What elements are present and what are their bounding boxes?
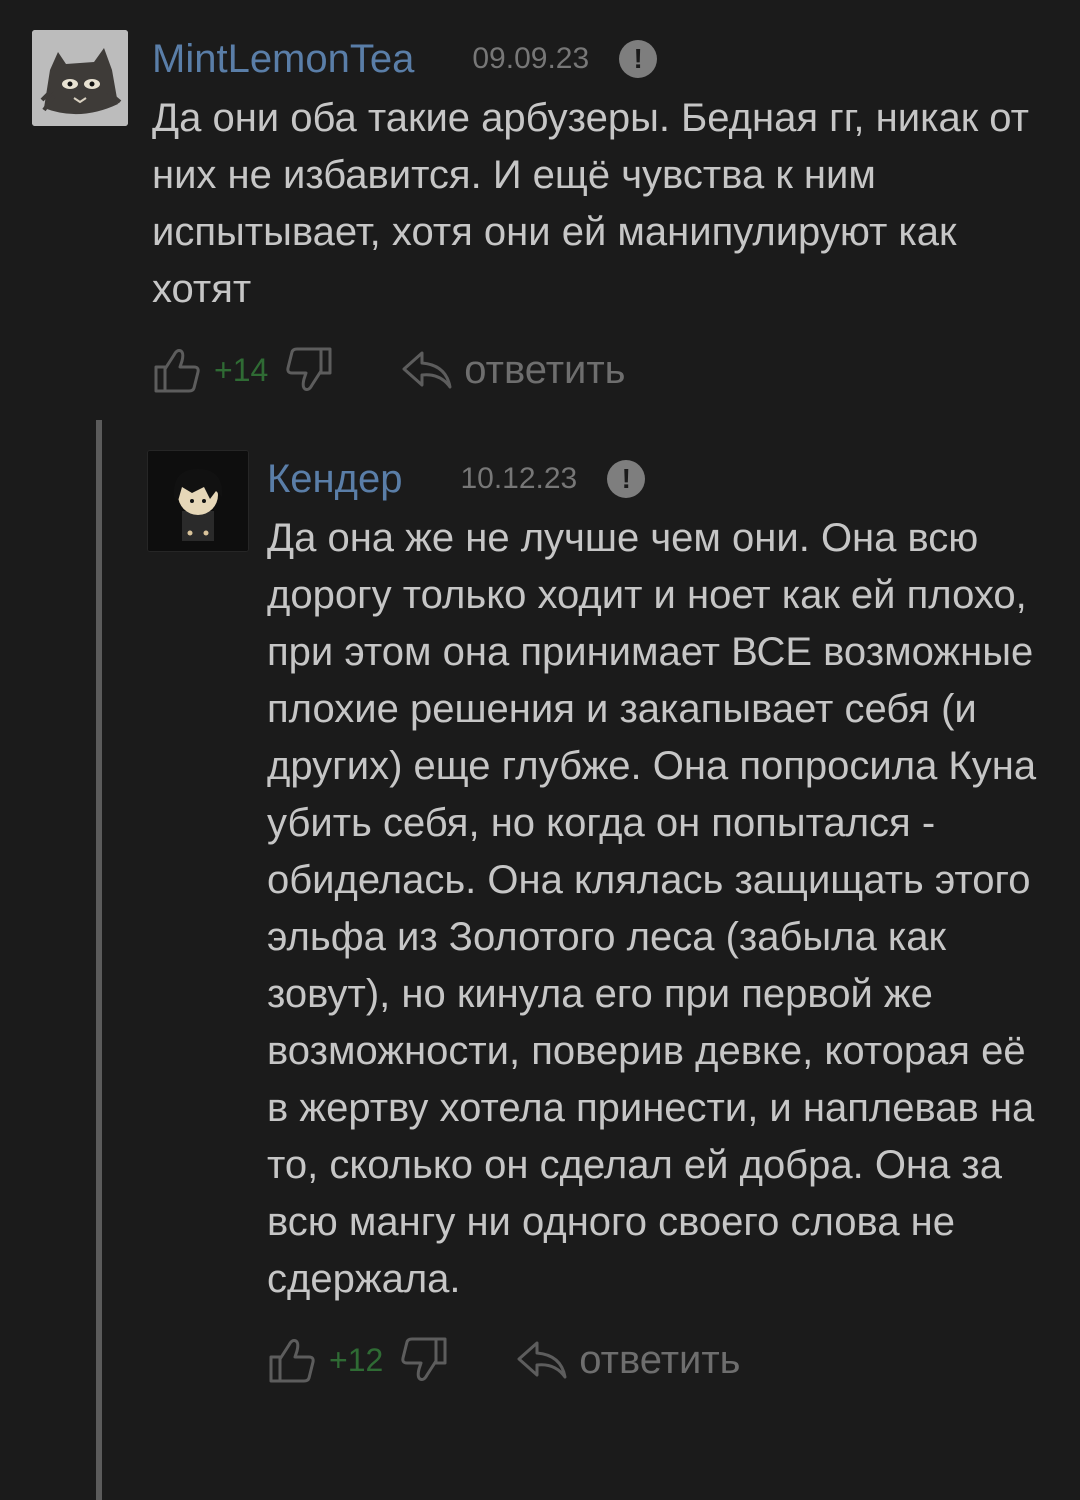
- comment-actions: +14 ответить: [152, 340, 1052, 400]
- comment-actions: +12 ответить: [267, 1330, 1047, 1390]
- reply-label: ответить: [464, 347, 626, 392]
- avatar[interactable]: [147, 450, 249, 552]
- comment-text: Да она же не лучше чем они. Она всю доро…: [267, 516, 1037, 1301]
- vote-score: +12: [329, 1341, 384, 1378]
- vote-score: +14: [214, 351, 269, 388]
- thumbs-up-icon[interactable]: [152, 345, 202, 395]
- reply-arrow-icon: [517, 1341, 567, 1379]
- reply-button[interactable]: ответить: [515, 1337, 741, 1383]
- report-icon[interactable]: !: [619, 40, 658, 78]
- comment-text: Да они оба такие арбузеры. Бедная гг, ни…: [152, 96, 1029, 311]
- reply-label: ответить: [579, 1337, 741, 1382]
- thumbs-down-icon[interactable]: [399, 1335, 449, 1385]
- comment-date: 09.09.23: [472, 42, 590, 75]
- author-name[interactable]: MintLemonTea: [152, 37, 414, 82]
- report-icon[interactable]: !: [607, 460, 646, 498]
- author-name[interactable]: Кендер: [267, 457, 402, 502]
- reply-button[interactable]: ответить: [400, 347, 626, 393]
- thumbs-up-icon[interactable]: [267, 1335, 317, 1385]
- avatar[interactable]: [32, 30, 128, 126]
- thread-line: [96, 420, 102, 1500]
- thumbs-down-icon[interactable]: [284, 345, 334, 395]
- reply-arrow-icon: [402, 351, 452, 389]
- comment-date: 10.12.23: [460, 462, 578, 495]
